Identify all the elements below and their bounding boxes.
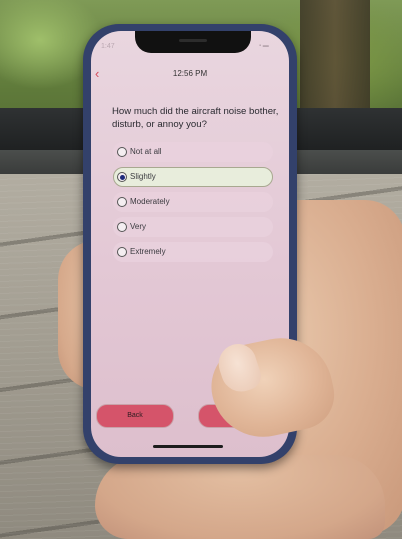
option-slightly[interactable]: Slightly — [113, 167, 273, 187]
radio-button-icon — [117, 222, 127, 232]
option-very[interactable]: Very — [113, 217, 273, 237]
option-label: Extremely — [130, 247, 166, 256]
radio-button-icon — [117, 147, 127, 157]
option-label: Very — [130, 222, 147, 231]
hand-lower — [95, 455, 385, 539]
option-not-at-all[interactable]: Not at all — [113, 142, 273, 162]
option-label: Moderately — [130, 197, 170, 206]
phone-notch — [135, 31, 251, 53]
radio-button-selected-icon — [117, 172, 127, 182]
home-indicator[interactable] — [153, 445, 223, 448]
radio-button-icon — [117, 197, 127, 207]
radio-dot — [119, 174, 125, 180]
answer-options: Not at all Slightly Moderately Very Extr… — [113, 142, 273, 267]
back-button[interactable]: Back — [96, 404, 174, 428]
speaker-grille — [179, 39, 207, 42]
option-label: Not at all — [130, 147, 162, 156]
option-moderately[interactable]: Moderately — [113, 192, 273, 212]
option-label: Slightly — [130, 172, 156, 181]
radio-button-icon — [117, 247, 127, 257]
status-bar-time: 1:47 — [101, 43, 115, 50]
battery-icon: ▪ ▬ — [259, 43, 269, 49]
header-time: 12:56 PM — [172, 69, 208, 78]
option-extremely[interactable]: Extremely — [113, 242, 273, 262]
survey-question: How much did the aircraft noise bother, … — [112, 106, 279, 130]
photo-scene: 1:47 ▪ ▬ ‹ 12:56 PM How much did the air… — [0, 0, 402, 539]
